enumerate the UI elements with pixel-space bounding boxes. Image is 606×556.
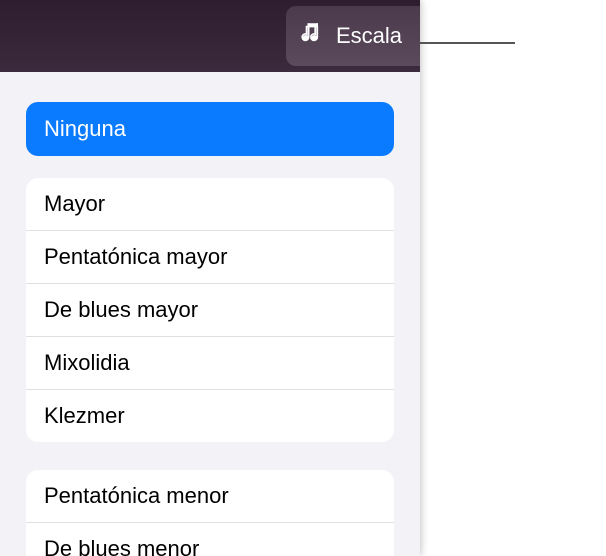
scale-option[interactable]: Pentatónica mayor xyxy=(26,231,394,284)
scale-menu: Ninguna Mayor Pentatónica mayor De blues… xyxy=(0,72,420,556)
scale-option[interactable]: Pentatónica menor xyxy=(26,470,394,523)
scale-button-label: Escala xyxy=(336,23,402,49)
scale-option-label: Ninguna xyxy=(44,116,126,141)
scale-option[interactable]: De blues mayor xyxy=(26,284,394,337)
scale-option-label: Pentatónica menor xyxy=(44,483,229,508)
music-notes-icon xyxy=(300,20,326,52)
scale-option[interactable]: Mayor xyxy=(26,178,394,231)
scale-option-selected[interactable]: Ninguna xyxy=(26,102,394,156)
scale-option-label: Mayor xyxy=(44,191,105,216)
scale-group-minor: Pentatónica menor De blues menor Japones… xyxy=(26,470,394,556)
top-toolbar: Escala xyxy=(0,0,420,72)
scale-button[interactable]: Escala xyxy=(286,6,420,66)
scale-group-major: Mayor Pentatónica mayor De blues mayor M… xyxy=(26,178,394,442)
callout-line xyxy=(420,42,515,44)
scale-option-label: Mixolidia xyxy=(44,350,130,375)
scale-option[interactable]: Klezmer xyxy=(26,390,394,442)
scale-option-label: De blues menor xyxy=(44,536,199,556)
scale-option[interactable]: Mixolidia xyxy=(26,337,394,390)
scale-option-label: De blues mayor xyxy=(44,297,198,322)
scale-option-label: Pentatónica mayor xyxy=(44,244,227,269)
scale-option[interactable]: De blues menor xyxy=(26,523,394,556)
scale-option-label: Klezmer xyxy=(44,403,125,428)
